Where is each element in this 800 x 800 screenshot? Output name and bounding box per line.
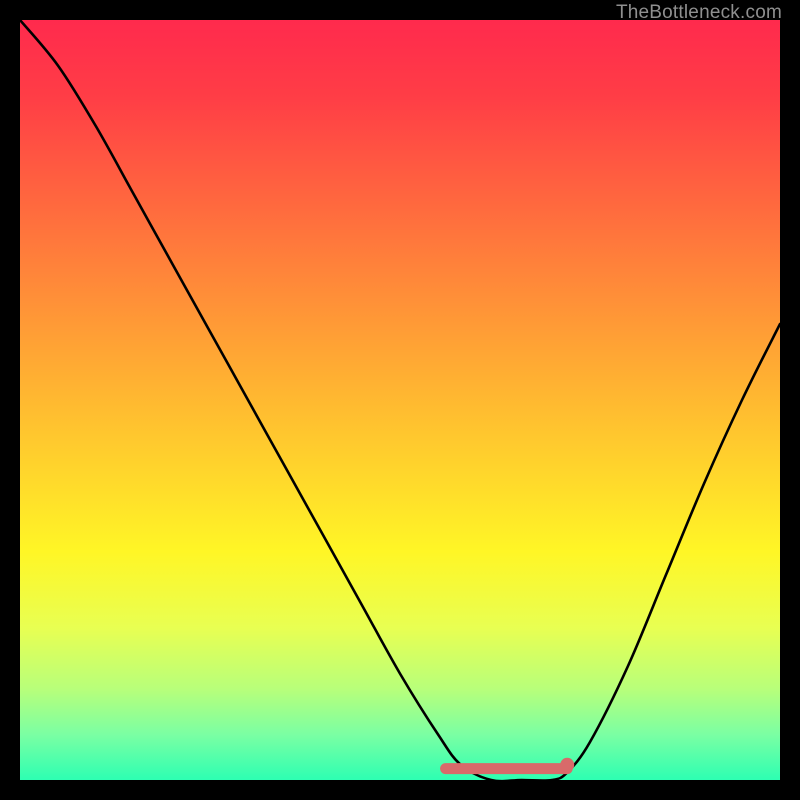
highlight-dot <box>560 758 574 772</box>
plot-area <box>20 20 780 780</box>
bottleneck-curve-path <box>20 20 780 780</box>
chart-frame: TheBottleneck.com <box>0 0 800 800</box>
attribution-text: TheBottleneck.com <box>616 2 782 24</box>
curve-svg <box>20 20 780 780</box>
